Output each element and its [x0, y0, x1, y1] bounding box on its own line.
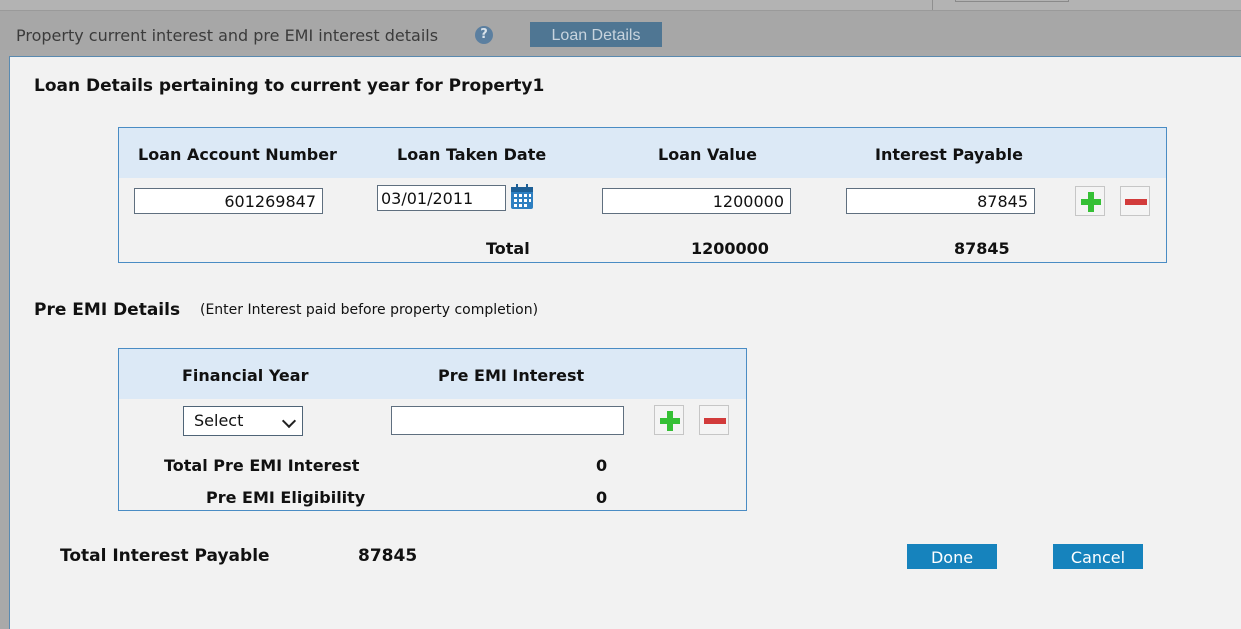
remove-loan-row-button[interactable] [1120, 186, 1150, 216]
loan-details-table: Loan Account Number Loan Taken Date Loan… [118, 127, 1167, 263]
pre-emi-eligibility-label: Pre EMI Eligibility [206, 488, 366, 507]
pre-emi-interest-input[interactable] [391, 406, 624, 435]
plus-icon-vertical [1088, 192, 1094, 212]
loan-table-header: Loan Account Number Loan Taken Date Loan… [119, 128, 1166, 178]
plus-icon-vertical [667, 411, 673, 431]
financial-year-selected: Select [194, 411, 244, 430]
interest-payable-input[interactable] [846, 188, 1035, 214]
header-loan-account-number: Loan Account Number [138, 145, 337, 164]
pre-emi-note: (Enter Interest paid before property com… [200, 302, 539, 318]
remove-pre-emi-row-button[interactable] [699, 405, 729, 435]
financial-year-select[interactable]: Select [183, 406, 303, 436]
background-top-input [955, 0, 1069, 2]
loan-value-input[interactable] [602, 188, 791, 214]
help-icon[interactable]: ? [475, 26, 493, 44]
pre-emi-header: Financial Year Pre EMI Interest [119, 349, 746, 399]
loan-total-value: 1200000 [691, 239, 769, 258]
total-pre-emi-interest-label: Total Pre EMI Interest [164, 456, 360, 475]
total-interest-payable-value: 87845 [358, 546, 418, 566]
pre-emi-table: Financial Year Pre EMI Interest Select T… [118, 348, 747, 511]
chevron-down-icon [281, 413, 297, 429]
pre-emi-eligibility-value: 0 [596, 488, 608, 507]
loan-details-modal: Loan Details pertaining to current year … [9, 56, 1241, 629]
total-interest-payable-label: Total Interest Payable [60, 546, 270, 566]
done-button[interactable]: Done [907, 544, 997, 569]
minus-icon [1125, 199, 1147, 205]
modal-title: Loan Details pertaining to current year … [34, 76, 545, 96]
loan-details-button[interactable]: Loan Details [530, 22, 662, 47]
loan-account-number-input[interactable] [134, 188, 323, 214]
header-financial-year: Financial Year [182, 366, 309, 385]
pre-emi-title: Pre EMI Details [34, 300, 181, 320]
add-loan-row-button[interactable] [1075, 186, 1105, 216]
minus-icon [704, 418, 726, 424]
cancel-button[interactable]: Cancel [1053, 544, 1143, 569]
total-pre-emi-interest-value: 0 [596, 456, 608, 475]
loan-total-label: Total [486, 239, 530, 258]
header-loan-value: Loan Value [658, 145, 757, 164]
header-interest-payable: Interest Payable [875, 145, 1023, 164]
calendar-icon[interactable] [510, 184, 534, 210]
loan-taken-date-input[interactable] [377, 185, 506, 211]
add-pre-emi-row-button[interactable] [654, 405, 684, 435]
background-section-title: Property current interest and pre EMI in… [16, 26, 439, 45]
background-top-box [932, 0, 1241, 10]
interest-total-value: 87845 [954, 239, 1010, 258]
header-pre-emi-interest: Pre EMI Interest [438, 366, 585, 385]
header-loan-taken-date: Loan Taken Date [397, 145, 547, 164]
